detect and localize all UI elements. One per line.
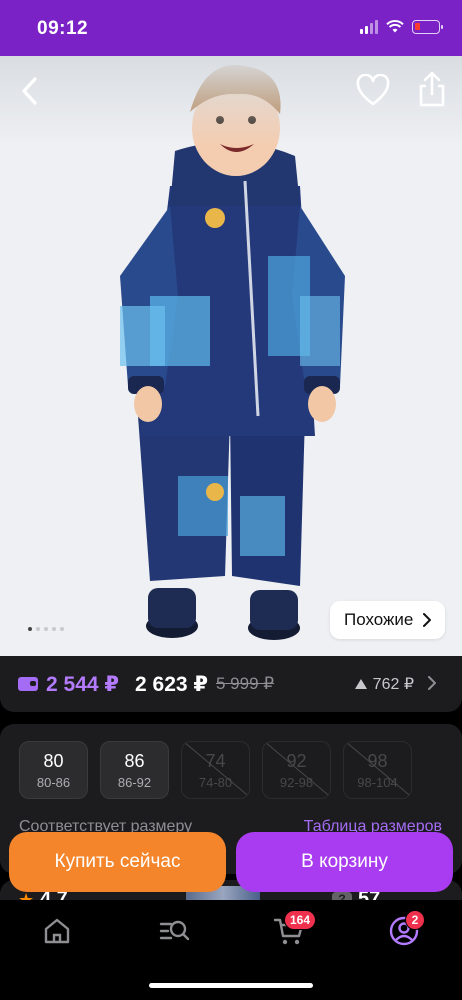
battery-icon — [412, 20, 443, 34]
home-icon[interactable] — [40, 914, 74, 948]
size-range: 74-80 — [198, 775, 233, 790]
similar-label: Похожие — [344, 610, 414, 629]
size-range: 86-92 — [117, 775, 152, 790]
size-selector: 80 80-86 86 86-92 74 74-80 92 92-98 98 9… — [19, 741, 412, 799]
similar-button[interactable]: Похожие — [330, 601, 446, 639]
buy-now-button[interactable]: Купить сейчас — [9, 832, 226, 892]
status-bar: 09:12 — [0, 0, 462, 56]
price-row[interactable]: 2 544 ₽ 2 623 ₽ 5 999 ₽ 762 ₽ — [0, 656, 462, 712]
size-range: 80-86 — [36, 775, 71, 790]
size-number: 74 — [205, 751, 226, 771]
size-option[interactable]: 80 80-86 — [19, 741, 88, 799]
size-number: 92 — [286, 751, 307, 771]
current-price: 2 623 ₽ — [135, 672, 208, 696]
size-number: 80 — [43, 751, 64, 771]
wallet-price: 2 544 ₽ — [46, 672, 119, 696]
triangle-up-icon — [354, 679, 367, 689]
add-to-cart-button[interactable]: В корзину — [236, 832, 453, 892]
gallery-dot — [44, 627, 48, 631]
bonus-amount: 762 ₽ — [372, 676, 414, 693]
size-option-unavailable[interactable]: 74 74-80 — [181, 741, 250, 799]
size-range: 98-104 — [357, 775, 398, 790]
size-option-unavailable[interactable]: 98 98-104 — [343, 741, 412, 799]
photo-top-shade — [0, 56, 462, 146]
size-option-unavailable[interactable]: 92 92-98 — [262, 741, 331, 799]
gallery-dot — [28, 627, 32, 631]
status-icons — [360, 20, 443, 34]
size-number: 86 — [124, 751, 145, 771]
old-price: 5 999 ₽ — [216, 674, 275, 693]
product-screen: 09:12 Похожие 2 544 ₽ 2 623 ₽ 5 999 ₽ 76… — [0, 0, 462, 1000]
profile-badge: 2 — [405, 910, 425, 930]
size-option[interactable]: 86 86-92 — [100, 741, 169, 799]
signal-icon — [360, 20, 378, 34]
gallery-dot — [36, 627, 40, 631]
product-photo[interactable]: Похожие — [0, 56, 462, 656]
gallery-dot — [52, 627, 56, 631]
chevron-right-icon[interactable] — [428, 676, 436, 690]
cart-badge: 164 — [284, 910, 317, 930]
chevron-right-icon — [423, 613, 432, 627]
share-icon[interactable] — [416, 70, 448, 108]
gallery-dot — [60, 627, 64, 631]
gallery-pagination — [28, 627, 64, 631]
back-arrow-icon[interactable] — [14, 74, 48, 108]
heart-icon[interactable] — [355, 74, 391, 108]
bonus-badge: 762 ₽ — [354, 674, 414, 694]
product-image — [0, 56, 462, 656]
size-number: 98 — [367, 751, 388, 771]
wallet-icon — [18, 677, 38, 691]
home-indicator — [149, 983, 313, 988]
wifi-icon — [386, 20, 404, 33]
status-time: 09:12 — [37, 18, 89, 39]
size-range: 92-98 — [279, 775, 314, 790]
catalog-search-icon[interactable] — [157, 914, 191, 948]
